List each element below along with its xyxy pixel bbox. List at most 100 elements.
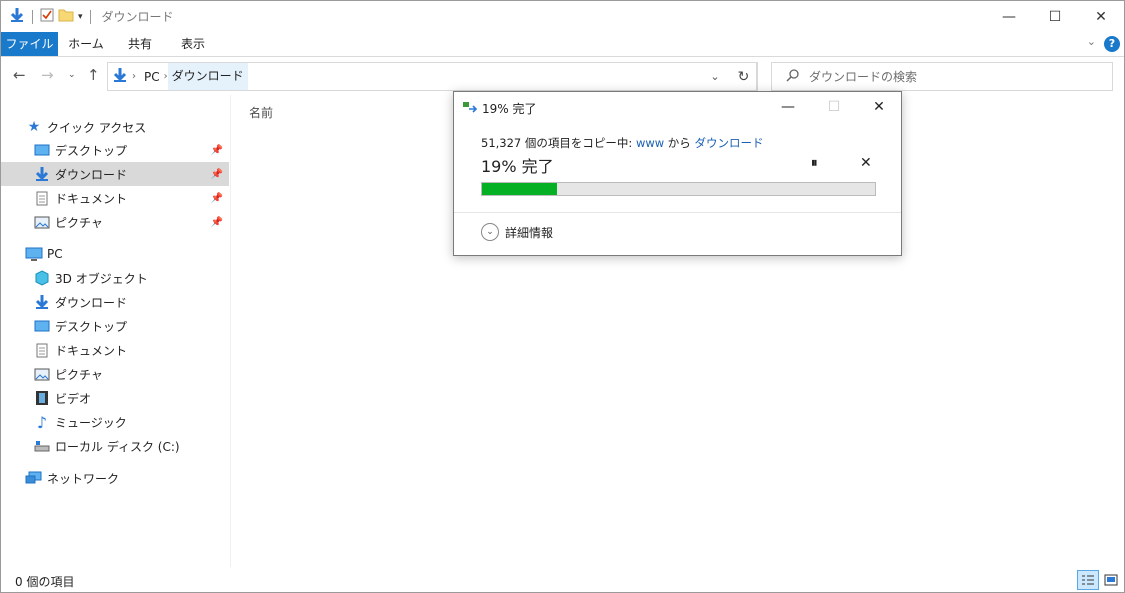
dialog-minimize-button[interactable]: —	[765, 92, 811, 122]
tab-file[interactable]: ファイル	[1, 32, 58, 56]
copy-icon	[462, 101, 478, 116]
details-view-button[interactable]	[1077, 570, 1099, 590]
star-icon: ★	[27, 119, 41, 135]
more-details-button[interactable]: ⌄ 詳細情報	[481, 223, 553, 241]
video-icon	[33, 390, 51, 406]
qat-separator	[89, 9, 91, 24]
sidebar-item-music[interactable]: ♪ ミュージック	[33, 410, 229, 434]
pictures-icon	[33, 214, 51, 230]
breadcrumb-downloads[interactable]: ダウンロード	[167, 63, 248, 90]
dialog-title: 19% 完了	[482, 102, 537, 116]
qat-separator	[32, 9, 33, 24]
copy-description-prefix: 51,327 個の項目をコピー中:	[481, 136, 636, 150]
sidebar-item-label: デスクトップ	[55, 319, 128, 334]
window-title: ダウンロード	[101, 10, 174, 24]
sidebar-item-pictures[interactable]: ピクチャ 📌	[33, 210, 229, 234]
sidebar-item-videos[interactable]: ビデオ	[33, 386, 229, 410]
sidebar-item-label: ピクチャ	[55, 367, 103, 382]
address-dropdown-icon[interactable]: ⌄	[702, 63, 728, 90]
music-note-icon: ♪	[36, 412, 48, 432]
pictures-icon	[33, 366, 51, 382]
tab-share[interactable]: 共有	[114, 32, 166, 56]
document-icon	[33, 342, 51, 358]
maximize-button[interactable]: ☐	[1032, 1, 1078, 32]
copy-description: 51,327 個の項目をコピー中: www から ダウンロード	[481, 135, 763, 151]
chevron-down-icon: ⌄	[481, 223, 499, 241]
forward-button[interactable]: →	[41, 66, 54, 84]
dialog-close-button[interactable]: ✕	[856, 92, 902, 122]
pin-icon[interactable]: 📌	[211, 169, 223, 180]
address-bar[interactable]: › PC › ダウンロード ⌄	[107, 62, 757, 91]
ribbon-tabs: ファイル ホーム 共有 表示 ⌄ ?	[1, 32, 1124, 57]
sidebar-item-label: クイック アクセス	[47, 120, 147, 135]
properties-icon[interactable]	[40, 8, 54, 25]
ribbon-expand-icon[interactable]: ⌄	[1087, 35, 1096, 48]
refresh-button[interactable]: ↻	[730, 62, 758, 91]
breadcrumb-pc[interactable]: PC	[140, 70, 164, 84]
search-icon	[786, 68, 799, 85]
window-controls: — ☐ ✕	[986, 1, 1124, 32]
back-button[interactable]: ←	[13, 66, 26, 84]
status-bar: 0 個の項目	[1, 568, 1124, 592]
search-placeholder: ダウンロードの検索	[809, 70, 918, 84]
up-button[interactable]: ↑	[87, 66, 100, 84]
sidebar-item-label: ピクチャ	[55, 215, 103, 230]
download-folder-icon	[33, 166, 51, 182]
progress-bar-fill	[482, 183, 557, 195]
source-link[interactable]: www	[636, 136, 664, 150]
copy-description-mid: から	[664, 136, 695, 150]
sidebar-item-pc-desktop[interactable]: デスクトップ	[33, 314, 229, 338]
help-button[interactable]: ?	[1104, 36, 1120, 52]
sidebar-item-pc-documents[interactable]: ドキュメント	[33, 338, 229, 362]
qat-dropdown-icon[interactable]: ▾	[78, 12, 83, 22]
details-view-icon	[1082, 575, 1094, 585]
search-input[interactable]: ダウンロードの検索	[771, 62, 1113, 91]
sidebar-item-label: デスクトップ	[55, 143, 128, 158]
percent-complete: 19% 完了	[481, 157, 554, 176]
cancel-copy-button[interactable]: ✕	[860, 155, 872, 171]
close-button[interactable]: ✕	[1078, 1, 1124, 32]
explorer-window: ▾ ダウンロード — ☐ ✕ ファイル ホーム 共有 表示 ⌄ ? ← → ⌄ …	[0, 0, 1125, 593]
chevron-right-icon[interactable]: ›	[132, 71, 136, 82]
sidebar-item-label: ミュージック	[55, 415, 127, 430]
recent-locations-icon[interactable]: ⌄	[68, 70, 76, 80]
pin-icon[interactable]: 📌	[211, 193, 223, 204]
column-header-name[interactable]: 名前	[249, 104, 273, 121]
cube-3d-icon	[33, 270, 51, 286]
sidebar-item-pc-pictures[interactable]: ピクチャ	[33, 362, 229, 386]
sidebar-item-3d-objects[interactable]: 3D オブジェクト	[33, 266, 229, 290]
title-bar: ▾ ダウンロード — ☐ ✕	[1, 1, 1124, 32]
progress-bar	[481, 182, 876, 196]
download-folder-icon	[112, 67, 128, 86]
tab-view[interactable]: 表示	[166, 32, 220, 56]
sidebar-item-label: ローカル ディスク (C:)	[55, 439, 180, 454]
dialog-maximize-button: ☐	[827, 99, 841, 115]
more-details-label: 詳細情報	[505, 225, 554, 240]
destination-link[interactable]: ダウンロード	[694, 136, 763, 150]
document-icon	[33, 190, 51, 206]
sidebar-item-desktop[interactable]: デスクトップ 📌	[33, 138, 229, 162]
sidebar-item-network[interactable]: ネットワーク	[25, 466, 225, 490]
sidebar-item-quick-access[interactable]: ★ クイック アクセス	[25, 115, 225, 139]
sidebar-item-label: ドキュメント	[55, 343, 128, 358]
minimize-button[interactable]: —	[986, 1, 1032, 32]
sidebar-item-documents[interactable]: ドキュメント 📌	[33, 186, 229, 210]
sidebar-item-local-disk[interactable]: ローカル ディスク (C:)	[33, 434, 229, 458]
large-icons-view-button[interactable]	[1100, 570, 1122, 590]
pin-icon[interactable]: 📌	[211, 217, 223, 228]
large-icons-view-icon	[1104, 574, 1118, 586]
sidebar-item-label: PC	[47, 247, 63, 261]
pin-icon[interactable]: 📌	[211, 145, 223, 156]
sidebar-item-pc[interactable]: PC	[25, 242, 225, 266]
desktop-icon	[33, 142, 51, 158]
sidebar-item-downloads[interactable]: ダウンロード 📌	[1, 162, 229, 186]
pause-button[interactable]: ⏸	[811, 156, 818, 171]
navigation-pane: ★ クイック アクセス デスクトップ 📌 ダウンロード 📌 ドキュメント 📌 ピ…	[1, 95, 231, 567]
sidebar-item-pc-downloads[interactable]: ダウンロード	[33, 290, 229, 314]
new-folder-icon[interactable]	[58, 8, 74, 25]
download-folder-icon	[9, 7, 25, 26]
dialog-divider	[454, 212, 901, 213]
navigation-bar: ← → ⌄ ↑ › PC › ダウンロード ⌄ ↻ ダウンロードの検索	[1, 58, 1124, 94]
tab-home[interactable]: ホーム	[58, 32, 114, 56]
desktop-icon	[33, 318, 51, 334]
